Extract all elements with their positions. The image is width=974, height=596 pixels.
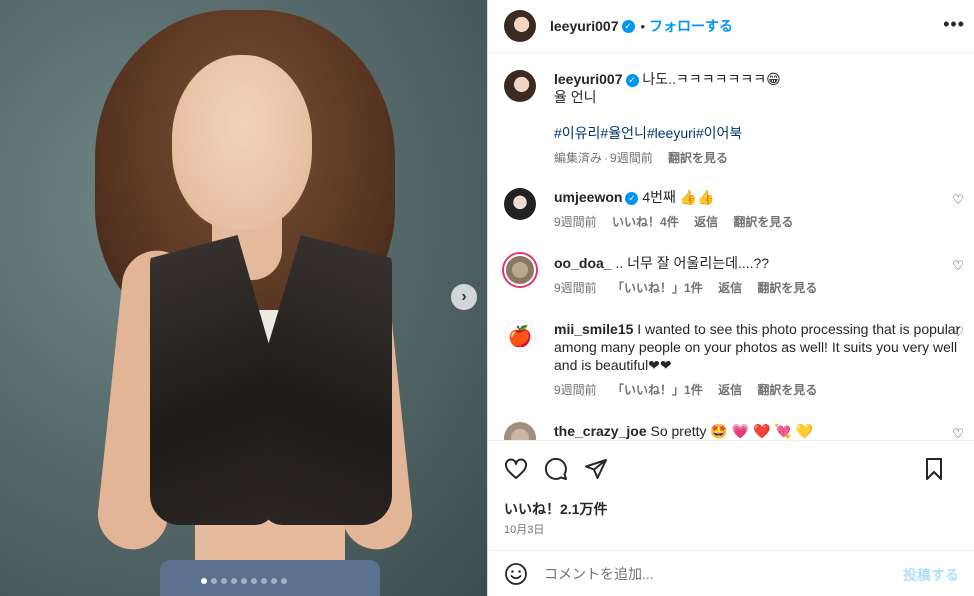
comment-like-heart-icon[interactable]: ♡ <box>952 324 964 340</box>
post-comment-button[interactable]: 投稿する <box>903 565 959 585</box>
caption-line1: 나도..ㅋㅋㅋㅋㅋㅋㅋ😁 <box>642 71 781 87</box>
emoji-smiley-icon[interactable] <box>504 562 528 586</box>
carousel-dot <box>270 578 277 584</box>
comment-likes[interactable]: 「いいね！」1件 <box>612 383 703 397</box>
post-actions: いいね！2.1万件 10月3日 <box>488 440 974 550</box>
share-paper-plane-icon[interactable] <box>584 457 608 481</box>
reply-button[interactable]: 返信 <box>694 215 718 229</box>
comment-time[interactable]: 9週間前 <box>554 383 597 397</box>
comment-item: oo_doa_ .. 너무 잘 어울리는데....?? 9週間前 「いいね！」1… <box>504 254 964 297</box>
dot-separator: • <box>640 18 646 34</box>
carousel-dot <box>220 578 227 584</box>
likes-count[interactable]: いいね！2.1万件 <box>504 499 607 519</box>
carousel-next-button[interactable]: › <box>451 284 477 310</box>
comment-like-heart-icon[interactable]: ♡ <box>952 192 964 208</box>
comment-username[interactable]: umjeewon <box>554 189 622 205</box>
post-photo[interactable]: › <box>0 0 487 596</box>
carousel-dot <box>210 578 217 584</box>
caption-hashtags[interactable]: #이유리#율언니#leeyuri#이어북 <box>554 124 964 142</box>
bookmark-icon[interactable] <box>922 457 946 481</box>
comment-bubble-icon[interactable] <box>544 457 568 481</box>
caption-line2: 율 언니 <box>554 89 597 105</box>
carousel-dot <box>250 578 257 584</box>
post-modal: › leeyuri007 ✓ • フォローする ••• leeyuri007✓ <box>0 0 974 596</box>
follow-button[interactable]: フォローする <box>649 16 733 36</box>
translate-link[interactable]: 翻訳を見る <box>757 281 817 295</box>
apple-icon: 🍎 <box>507 325 533 348</box>
caption-username[interactable]: leeyuri007 <box>554 71 623 87</box>
comment-like-heart-icon[interactable]: ♡ <box>952 258 964 274</box>
comment-item: 🍎 mii_smile15 I wanted to see this photo… <box>504 320 964 399</box>
comment-likes[interactable]: いいね！4件 <box>612 215 679 229</box>
avatar[interactable]: 🍎 <box>504 320 536 352</box>
comment-text: 4번째 👍👍 <box>642 189 715 205</box>
avatar[interactable] <box>504 10 536 42</box>
carousel-dot <box>260 578 267 584</box>
verified-badge-icon: ✓ <box>621 19 635 33</box>
reply-button[interactable]: 返信 <box>718 383 742 397</box>
carousel-dot <box>280 578 287 584</box>
comment-item: the_crazy_joe So pretty 🤩 💗 ❤️ 💘 💛 ♡ <box>504 422 964 440</box>
reply-button[interactable]: 返信 <box>718 281 742 295</box>
translate-link[interactable]: 翻訳を見る <box>757 383 817 397</box>
avatar[interactable] <box>504 70 536 102</box>
caption-meta: 編集済み · 9週間前 翻訳を見る <box>554 151 729 165</box>
carousel-dot <box>200 578 207 584</box>
comment-username[interactable]: the_crazy_joe <box>554 423 647 439</box>
post-header: leeyuri007 ✓ • フォローする ••• <box>488 0 974 53</box>
caption-time[interactable]: 9週間前 <box>610 151 653 165</box>
comment-text: So pretty 🤩 💗 ❤️ 💘 💛 <box>650 423 814 439</box>
comment-text: .. 너무 잘 어울리는데....?? <box>615 255 770 271</box>
avatar[interactable] <box>504 254 536 286</box>
caption: leeyuri007 ✓ 나도..ㅋㅋㅋㅋㅋㅋㅋ😁 율 언니 #이유리#율언니#l… <box>504 70 964 167</box>
post-details-panel: leeyuri007 ✓ • フォローする ••• leeyuri007 ✓ 나도… <box>487 0 974 596</box>
comment-username[interactable]: oo_doa_ <box>554 255 612 271</box>
carousel-dot <box>240 578 247 584</box>
avatar[interactable] <box>504 422 536 440</box>
more-options-icon[interactable]: ••• <box>943 14 965 35</box>
comment-likes[interactable]: 「いいね！」1件 <box>612 281 703 295</box>
post-date[interactable]: 10月3日 <box>504 521 544 537</box>
comment-item: umjeewon ✓ 4번째 👍👍 9週間前 いいね！4件 返信 翻訳を見る ♡ <box>504 188 964 231</box>
comment-input[interactable] <box>544 565 904 582</box>
translate-link[interactable]: 翻訳を見る <box>668 151 728 165</box>
comment-time[interactable]: 9週間前 <box>554 215 597 229</box>
carousel-dot <box>230 578 237 584</box>
translate-link[interactable]: 翻訳を見る <box>733 215 793 229</box>
comment-time[interactable]: 9週間前 <box>554 281 597 295</box>
verified-badge-icon: ✓ <box>625 73 639 87</box>
carousel-dots <box>0 578 487 584</box>
comment-username[interactable]: mii_smile15 <box>554 321 633 337</box>
comment-like-heart-icon[interactable]: ♡ <box>952 426 964 440</box>
comments-scroll-area[interactable]: leeyuri007 ✓ 나도..ㅋㅋㅋㅋㅋㅋㅋ😁 율 언니 #이유리#율언니#l… <box>488 54 974 440</box>
like-heart-icon[interactable] <box>504 457 528 481</box>
avatar[interactable] <box>504 188 536 220</box>
edited-label: 編集済み <box>554 151 603 165</box>
add-comment-bar: 投稿する <box>488 550 974 596</box>
chevron-right-icon: › <box>461 288 467 305</box>
verified-badge-icon: ✓ <box>625 191 639 205</box>
header-username[interactable]: leeyuri007 <box>550 18 619 34</box>
